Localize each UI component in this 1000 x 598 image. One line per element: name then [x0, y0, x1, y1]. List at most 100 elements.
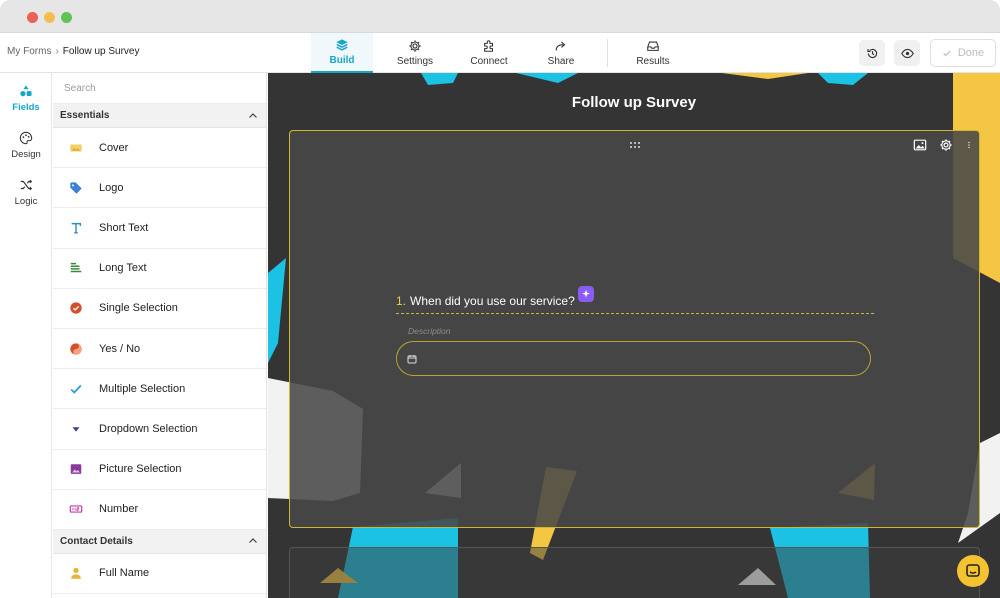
section-contact-details-title: Contact Details [60, 535, 133, 547]
yes-no-icon [70, 342, 82, 355]
breadcrumb-separator: › [55, 46, 59, 57]
question-card[interactable]: 1. When did you use our service? Descript… [289, 130, 980, 528]
field-item-label: Long Text [99, 262, 147, 275]
field-search-placeholder: Search [64, 83, 96, 94]
image-icon[interactable] [913, 138, 927, 152]
field-item-logo[interactable]: Logo [53, 168, 266, 209]
gear-icon [409, 40, 421, 52]
dropdown-caret-icon [72, 427, 80, 432]
field-item-label: Dropdown Selection [99, 422, 198, 435]
chevron-up-icon [249, 112, 257, 118]
palette-icon [19, 131, 33, 144]
checkmark-icon [70, 384, 82, 394]
description-field[interactable]: Description [408, 321, 451, 339]
tab-settings[interactable]: Settings [384, 33, 446, 73]
shapes-icon [20, 84, 32, 96]
question-underline [396, 313, 874, 314]
tag-icon [70, 182, 82, 194]
field-item-multiple-selection[interactable]: Multiple Selection [53, 369, 266, 410]
section-contact-details-header[interactable]: Contact Details [53, 529, 266, 554]
preview-button[interactable] [894, 40, 920, 66]
field-item-yes-no[interactable]: Yes / No [53, 329, 266, 370]
chat-icon [966, 564, 980, 577]
ai-assist-button[interactable] [578, 286, 594, 302]
minimize-window-button[interactable] [44, 12, 55, 23]
tab-share[interactable]: Share [530, 33, 592, 73]
check-circle-icon [70, 302, 82, 315]
field-item-label: Number [99, 503, 139, 516]
builder-sidebar-rail: Fields Design Logic [0, 73, 52, 598]
field-search-input[interactable]: Search [53, 73, 266, 104]
form-canvas: Follow up Survey 1. When did you use our … [268, 73, 1000, 598]
tab-share-label: Share [547, 56, 575, 67]
rail-item-logic[interactable]: Logic [0, 172, 52, 212]
field-item-label: Multiple Selection [99, 382, 186, 395]
tab-settings-label: Settings [396, 56, 434, 67]
image-cover-icon [70, 144, 82, 152]
field-item-label: Yes / No [99, 342, 141, 355]
tab-connect-label: Connect [470, 56, 508, 67]
shuffle-icon [20, 179, 33, 190]
field-item-cover[interactable]: Cover [53, 128, 266, 169]
paragraph-lines-icon [70, 263, 82, 273]
chat-support-button[interactable] [957, 555, 989, 587]
field-item-label: Cover [99, 141, 129, 154]
calendar-icon [407, 355, 417, 364]
stack-icon [336, 39, 348, 51]
text-t-icon [71, 222, 82, 234]
maximize-window-button[interactable] [61, 12, 72, 23]
gear-icon[interactable] [939, 138, 953, 152]
share-arrow-icon [555, 41, 566, 51]
rail-item-fields-label: Fields [12, 101, 40, 113]
date-answer-input[interactable] [396, 341, 871, 376]
tab-results-label: Results [636, 56, 670, 67]
picture-icon [70, 464, 82, 474]
breadcrumb: My Forms › Follow up Survey [7, 46, 140, 57]
field-item-label: Single Selection [99, 302, 178, 315]
done-button[interactable]: Done [930, 39, 996, 67]
tab-build[interactable]: Build [311, 33, 373, 73]
checkmark-icon [943, 50, 951, 57]
history-button[interactable] [859, 40, 885, 66]
sparkle-icon [582, 289, 590, 298]
section-essentials-title: Essentials [60, 110, 110, 121]
eye-icon [900, 48, 914, 58]
history-icon [866, 48, 877, 58]
window-titlebar [0, 0, 1000, 33]
field-item-dropdown-selection[interactable]: Dropdown Selection [53, 409, 266, 450]
form-title[interactable]: Follow up Survey [268, 94, 1000, 111]
rail-item-design[interactable]: Design [0, 125, 52, 165]
chevron-up-icon [249, 538, 257, 544]
person-icon [71, 568, 81, 580]
next-question-card[interactable] [289, 547, 980, 598]
number-box-icon [69, 505, 83, 513]
fields-panel: Search Essentials Cover Logo Short Text … [53, 73, 267, 598]
card-toolbar [913, 138, 973, 152]
top-navigation-bar: My Forms › Follow up Survey Build Settings… [0, 33, 1000, 73]
rail-item-design-label: Design [11, 148, 41, 160]
rail-item-fields[interactable]: Fields [0, 78, 52, 118]
rail-item-logic-label: Logic [14, 195, 38, 207]
breadcrumb-current-form: Follow up Survey [62, 46, 140, 57]
tab-connect[interactable]: Connect [458, 33, 520, 73]
field-item-number[interactable]: Number [53, 490, 266, 530]
question-number: 1. [396, 294, 407, 308]
done-button-label: Done [957, 47, 985, 59]
description-placeholder: Description [408, 326, 451, 336]
field-item-single-selection[interactable]: Single Selection [53, 289, 266, 329]
field-item-full-name[interactable]: Full Name [53, 554, 266, 595]
section-essentials-header[interactable]: Essentials [53, 104, 266, 128]
question-label: When did you use our service? [410, 294, 575, 308]
question-text[interactable]: 1. When did you use our service? [396, 294, 575, 308]
field-item-picture-selection[interactable]: Picture Selection [53, 450, 266, 490]
drag-handle-icon[interactable] [628, 140, 642, 150]
close-window-button[interactable] [27, 12, 38, 23]
field-item-label: Short Text [99, 221, 149, 234]
breadcrumb-my-forms[interactable]: My Forms [7, 46, 51, 57]
puzzle-icon [484, 40, 494, 52]
field-item-long-text[interactable]: Long Text [53, 249, 266, 289]
field-item-short-text[interactable]: Short Text [53, 208, 266, 249]
tab-results[interactable]: Results [622, 33, 684, 73]
field-item-label: Picture Selection [99, 463, 182, 476]
more-vertical-icon[interactable] [965, 138, 973, 152]
